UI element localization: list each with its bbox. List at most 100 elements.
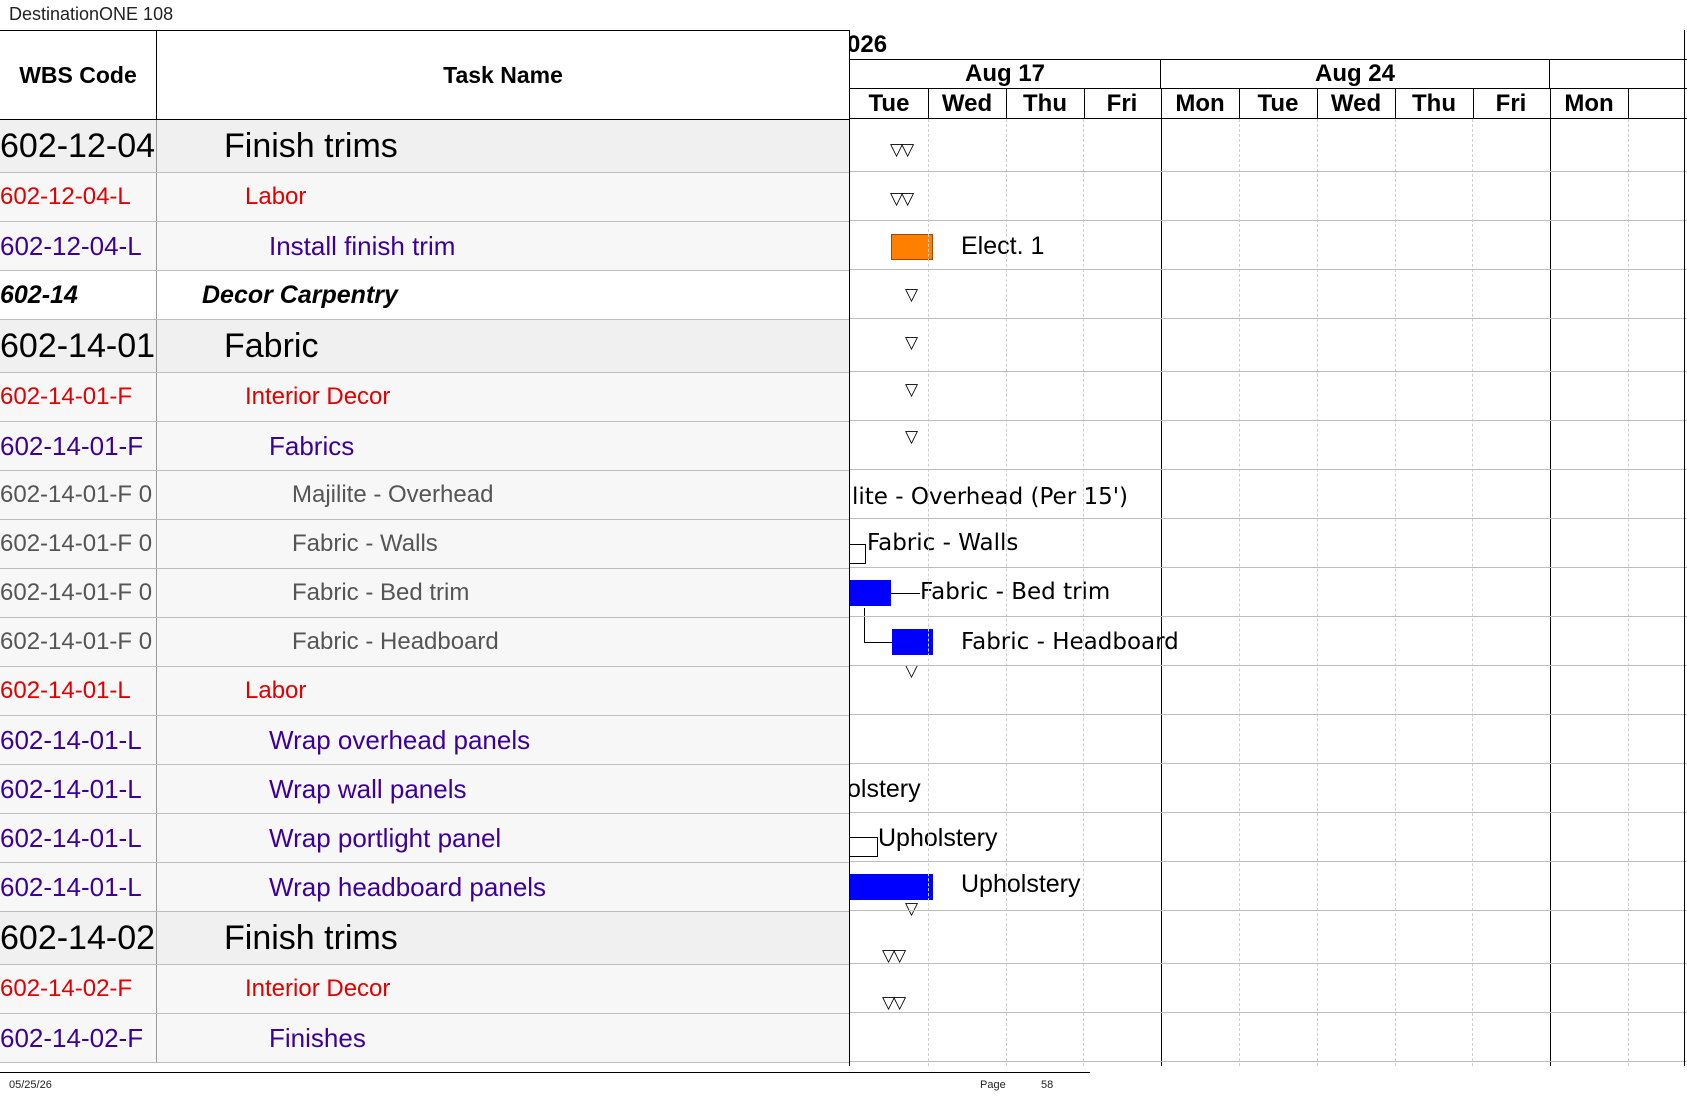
task-name-cell: Finish trims bbox=[224, 126, 398, 165]
task-bar-fabric-bed-trim[interactable] bbox=[850, 580, 891, 606]
table-row[interactable]: 602-12-04 Finish trims bbox=[0, 120, 849, 173]
wbs-code-cell: 602-12-04 bbox=[0, 120, 157, 172]
link-headboard bbox=[864, 608, 893, 643]
wbs-code-cell: 602-14-01-L bbox=[0, 765, 157, 813]
day-cell: Thu bbox=[1006, 89, 1085, 118]
row-gridline bbox=[850, 371, 1687, 372]
task-name-cell: Interior Decor bbox=[245, 975, 391, 1002]
wbs-code-cell: 602-14-01-F 0 bbox=[0, 618, 157, 666]
gantt-right-border bbox=[1684, 30, 1685, 1066]
wbs-code-cell: 602-14-01-F 0 bbox=[0, 471, 157, 519]
task-name-cell: Labor bbox=[245, 677, 307, 704]
gantt-body: Elect. 1 lite - Overhead (Per 15') Fabri… bbox=[850, 119, 1687, 1066]
column-header-wbs[interactable]: WBS Code bbox=[0, 31, 157, 119]
row-gridline bbox=[850, 665, 1687, 666]
day-cell: Mon bbox=[1161, 89, 1240, 118]
row-gridline bbox=[850, 1061, 1687, 1062]
task-label-upholstery-partial: olstery bbox=[849, 775, 921, 803]
row-gridline bbox=[850, 567, 1687, 568]
table-row[interactable]: 602-14-01-L Wrap overhead panels bbox=[0, 716, 849, 765]
day-cell: Wed bbox=[1317, 89, 1396, 118]
task-name-cell: Fabric - Bed trim bbox=[292, 579, 470, 606]
timescale-year-row: 026 bbox=[850, 30, 1687, 60]
table-row[interactable]: 602-14-01-F 0 Fabric - Bed trim bbox=[0, 569, 849, 618]
column-header-task[interactable]: Task Name bbox=[157, 31, 849, 119]
row-gridline bbox=[850, 518, 1687, 519]
wbs-code-cell: 602-14 bbox=[0, 271, 157, 319]
task-name-cell: Wrap portlight panel bbox=[269, 822, 502, 853]
day-gridline bbox=[1628, 119, 1629, 1066]
day-cell: Tue bbox=[850, 89, 929, 118]
table-row[interactable]: 602-14-01-F 0 Majilite - Overhead bbox=[0, 471, 849, 520]
table-row[interactable]: 602-14-01-L Wrap headboard panels bbox=[0, 863, 849, 912]
table-row[interactable]: 602-14-02 Finish trims bbox=[0, 912, 849, 965]
grid-header: WBS Code Task Name bbox=[0, 31, 849, 120]
timescale-week-row: Aug 17 Aug 24 bbox=[850, 60, 1687, 89]
task-label-fabric-headboard: Fabric - Headboard bbox=[961, 629, 1179, 655]
task-grid: WBS Code Task Name 602-12-04 Finish trims… bbox=[0, 30, 849, 1063]
link-bed-trim bbox=[891, 593, 920, 594]
task-bar-install-finish-trim[interactable] bbox=[891, 234, 933, 260]
task-name-cell: Majilite - Overhead bbox=[292, 481, 494, 508]
row-gridline bbox=[850, 269, 1687, 270]
table-row[interactable]: 602-14-01-L Wrap wall panels bbox=[0, 765, 849, 814]
task-bar-fabric-headboard[interactable] bbox=[892, 629, 933, 655]
wbs-code-cell: 602-14-02 bbox=[0, 912, 157, 964]
footer-date: 05/25/26 bbox=[9, 1079, 52, 1091]
row-gridline bbox=[850, 318, 1687, 319]
table-row[interactable]: 602-14-01-F Interior Decor bbox=[0, 373, 849, 422]
task-name-cell: Wrap wall panels bbox=[269, 773, 467, 804]
summary-triangle-icon[interactable]: ▽ bbox=[905, 334, 918, 352]
task-name-cell: Finishes bbox=[269, 1022, 366, 1053]
row-gridline bbox=[850, 171, 1687, 172]
row-gridline bbox=[850, 220, 1687, 221]
table-row[interactable]: 602-14-01-L Labor bbox=[0, 667, 849, 716]
summary-triangle-icon[interactable]: ▽▽ bbox=[890, 141, 914, 159]
task-name-cell: Decor Carpentry bbox=[202, 280, 398, 309]
row-gridline bbox=[850, 963, 1687, 964]
footer-page-label: Page bbox=[980, 1079, 1006, 1091]
day-gridline bbox=[1317, 119, 1318, 1066]
link-walls bbox=[850, 544, 866, 564]
task-bar-wrap-headboard-panels[interactable] bbox=[850, 874, 933, 900]
table-row[interactable]: 602-14-02-F Finishes bbox=[0, 1014, 849, 1063]
summary-triangle-icon[interactable]: ▽ bbox=[905, 286, 918, 304]
table-row[interactable]: 602-14-01-L Wrap portlight panel bbox=[0, 814, 849, 863]
summary-triangle-icon[interactable]: ▽ bbox=[905, 381, 918, 399]
day-gridline bbox=[1472, 119, 1473, 1066]
table-row[interactable]: 602-12-04-L Labor bbox=[0, 173, 849, 222]
row-gridline bbox=[850, 861, 1687, 862]
summary-triangle-icon[interactable]: ▽▽ bbox=[882, 994, 906, 1012]
day-cell: Wed bbox=[928, 89, 1007, 118]
day-gridline bbox=[928, 119, 929, 1066]
task-name-cell: Labor bbox=[245, 183, 307, 210]
task-name-cell: Fabric bbox=[224, 326, 319, 365]
week-cell: Aug 24 bbox=[1161, 60, 1550, 88]
link-portlight-bracket bbox=[850, 837, 878, 857]
wbs-code-cell: 602-14-02-F bbox=[0, 965, 157, 1013]
wbs-code-cell: 602-14-01-F 0 bbox=[0, 520, 157, 568]
task-label-upholstery-headboard: Upholstery bbox=[961, 870, 1081, 898]
summary-triangle-icon[interactable]: ▽▽ bbox=[890, 190, 914, 208]
summary-triangle-icon[interactable]: ▽ bbox=[905, 900, 918, 918]
task-label-fabric-bed-trim: Fabric - Bed trim bbox=[920, 579, 1111, 605]
footer-divider bbox=[0, 1072, 1090, 1073]
task-name-cell: Interior Decor bbox=[245, 383, 391, 410]
table-row[interactable]: 602-14-01-F Fabrics bbox=[0, 422, 849, 471]
table-row[interactable]: 602-14-01-F 0 Fabric - Headboard bbox=[0, 618, 849, 667]
table-row[interactable]: 602-14 Decor Carpentry bbox=[0, 271, 849, 320]
summary-triangle-icon[interactable]: ▽ bbox=[905, 428, 918, 446]
row-gridline bbox=[850, 616, 1687, 617]
task-label-fabric-walls: Fabric - Walls bbox=[867, 530, 1019, 556]
task-name-cell: Fabric - Headboard bbox=[292, 628, 499, 655]
task-label-majilite: lite - Overhead (Per 15') bbox=[852, 484, 1129, 510]
task-label-upholstery-portlight: Upholstery bbox=[878, 824, 998, 852]
row-gridline bbox=[850, 812, 1687, 813]
wbs-code-cell: 602-14-01-L bbox=[0, 667, 157, 715]
table-row[interactable]: 602-14-01 Fabric bbox=[0, 320, 849, 373]
table-row[interactable]: 602-12-04-L Install finish trim bbox=[0, 222, 849, 271]
table-row[interactable]: 602-14-01-F 0 Fabric - Walls bbox=[0, 520, 849, 569]
wbs-code-cell: 602-14-01-F 0 bbox=[0, 569, 157, 617]
wbs-code-cell: 602-14-02-F bbox=[0, 1014, 157, 1062]
table-row[interactable]: 602-14-02-F Interior Decor bbox=[0, 965, 849, 1014]
